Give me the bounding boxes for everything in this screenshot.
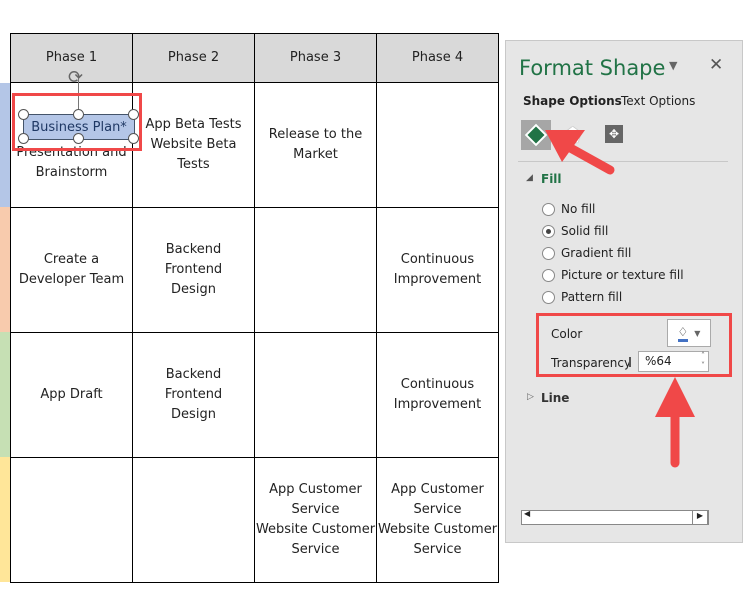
- color-label: Color: [551, 327, 583, 341]
- table-cell[interactable]: Continuous Improvement: [376, 332, 499, 458]
- chevron-down-icon: ▼: [694, 328, 701, 338]
- scroll-right-icon[interactable]: ▶: [692, 510, 708, 525]
- close-icon[interactable]: ✕: [709, 55, 723, 75]
- highlight-box: [12, 93, 142, 151]
- line-section-header[interactable]: Line: [541, 391, 569, 405]
- rotate-handle-icon[interactable]: ⟳: [68, 67, 83, 88]
- transparency-value: %64: [645, 354, 672, 368]
- column-header[interactable]: Phase 4: [376, 33, 499, 83]
- table-cell[interactable]: App Beta Tests Website Beta Tests: [132, 82, 255, 208]
- table-cell[interactable]: Release to the Market: [254, 82, 377, 208]
- tab-shape-options[interactable]: Shape Options: [523, 94, 622, 108]
- fill-option-radio[interactable]: Picture or texture fill: [542, 268, 684, 282]
- spinner-icon[interactable]: ˄ ˅: [701, 351, 705, 371]
- table-cell[interactable]: Create a Developer Team: [10, 207, 133, 333]
- fill-expand-icon[interactable]: ◢: [526, 173, 533, 183]
- table-cell[interactable]: Backend Frontend Design: [132, 207, 255, 333]
- color-picker-button[interactable]: ♢ ▼: [667, 319, 711, 347]
- fill-option-radio[interactable]: Pattern fill: [542, 290, 622, 304]
- table-cell[interactable]: App Draft: [10, 332, 133, 458]
- panel-options-chevron-icon[interactable]: ▼: [669, 59, 677, 72]
- fill-option-radio[interactable]: No fill: [542, 202, 595, 216]
- transparency-label: Transparency: [551, 356, 632, 370]
- format-shape-panel: Format Shape ▼ ✕ Shape Options Text Opti…: [505, 40, 743, 543]
- fill-option-label: Pattern fill: [561, 290, 623, 304]
- column-header[interactable]: Phase 2: [132, 33, 255, 83]
- arrow-pointing-up-icon: [655, 377, 695, 468]
- radio-icon: [542, 224, 555, 238]
- table-cell[interactable]: [10, 457, 133, 583]
- row-color-blue: [0, 83, 10, 207]
- row-color-orange: [0, 207, 10, 332]
- row-color-green: [0, 332, 10, 457]
- fill-option-radio[interactable]: Solid fill: [542, 224, 608, 238]
- table-cell[interactable]: [132, 457, 255, 583]
- transparency-slider[interactable]: [629, 357, 631, 367]
- table-cell[interactable]: Continuous Improvement: [376, 207, 499, 333]
- scroll-left-icon[interactable]: ◀: [524, 509, 530, 518]
- radio-icon: [542, 268, 555, 282]
- tab-text-options[interactable]: Text Options: [621, 94, 695, 108]
- horizontal-scrollbar[interactable]: ◀: [521, 509, 709, 525]
- fill-option-label: No fill: [561, 202, 596, 216]
- table-cell[interactable]: Backend Frontend Design: [132, 332, 255, 458]
- radio-icon: [542, 246, 555, 260]
- radio-icon: [542, 202, 555, 216]
- fill-option-label: Picture or texture fill: [561, 268, 684, 282]
- fill-option-label: Gradient fill: [561, 246, 632, 260]
- column-header[interactable]: Phase 3: [254, 33, 377, 83]
- fill-bucket-icon: ♢: [677, 325, 689, 342]
- table-cell[interactable]: [254, 332, 377, 458]
- fill-option-label: Solid fill: [561, 224, 609, 238]
- table-cell[interactable]: App Customer Service Website Customer Se…: [254, 457, 377, 583]
- table-cell[interactable]: [376, 82, 499, 208]
- table-cell[interactable]: App Customer Service Website Customer Se…: [376, 457, 499, 583]
- fill-option-radio[interactable]: Gradient fill: [542, 246, 631, 260]
- arrow-pointing-fill-icon: [545, 130, 615, 175]
- row-color-yellow: [0, 457, 10, 582]
- transparency-input[interactable]: %64 ˄ ˅: [638, 351, 709, 372]
- radio-icon: [542, 290, 555, 304]
- table-cell[interactable]: [254, 207, 377, 333]
- panel-title: Format Shape: [519, 56, 666, 80]
- line-expand-icon[interactable]: ▷: [527, 392, 534, 402]
